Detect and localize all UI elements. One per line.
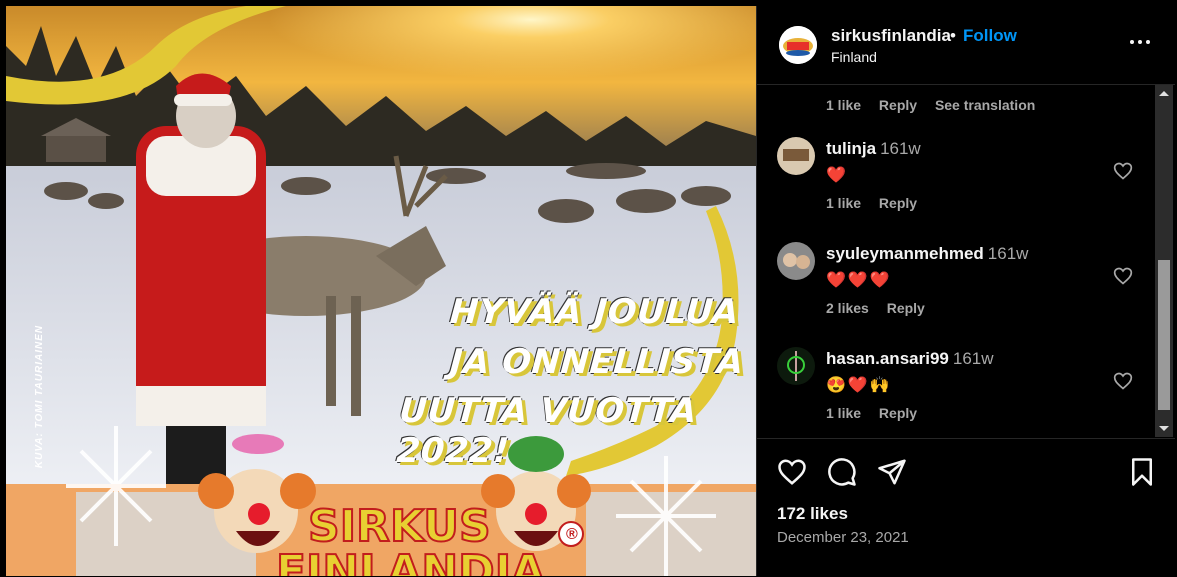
post-location[interactable]: Finland bbox=[831, 49, 877, 65]
scrollbar-thumb[interactable] bbox=[1158, 260, 1170, 410]
heart-outline-icon[interactable] bbox=[1113, 161, 1133, 181]
comment-likes[interactable]: 1 like bbox=[826, 405, 861, 421]
logo-text-line-1: SIRKUS bbox=[307, 500, 492, 553]
comment-item: hasan.ansari99 161w 😍❤️🙌 1 like Reply bbox=[757, 347, 1154, 437]
comment-likes[interactable]: 1 like bbox=[826, 97, 861, 113]
commenter-avatar[interactable] bbox=[777, 242, 815, 280]
comment-time[interactable]: 161w bbox=[988, 244, 1029, 263]
post-actions: 172 likes December 23, 2021 bbox=[757, 438, 1175, 577]
comment-text: 😍❤️🙌 bbox=[826, 377, 892, 394]
comment-username-wrap: hasan.ansari99 161w bbox=[826, 349, 994, 369]
comment-item: tulinja 161w ❤️ 1 like Reply bbox=[757, 137, 1154, 237]
comment-meta: 2 likes Reply bbox=[826, 300, 939, 316]
comments-list: 1 like Reply See translation tulinja 161w… bbox=[757, 85, 1154, 437]
comment-text: ❤️ bbox=[826, 167, 848, 184]
scroll-up-arrow-icon[interactable] bbox=[1155, 85, 1173, 103]
commenter-username[interactable]: syuleymanmehmed bbox=[826, 244, 984, 263]
comment-time[interactable]: 161w bbox=[953, 349, 994, 368]
registered-mark: ® bbox=[566, 526, 578, 543]
scroll-down-arrow-icon[interactable] bbox=[1155, 419, 1173, 437]
post-image: HYVÄÄ JOULUA JA ONNELLISTA UUTTA VUOTTA … bbox=[6, 6, 756, 576]
comment-meta: 1 like Reply bbox=[826, 405, 931, 421]
comment-username-wrap: tulinja 161w bbox=[826, 139, 921, 159]
comment-meta: 1 like Reply bbox=[826, 195, 931, 211]
reply-button[interactable]: Reply bbox=[879, 97, 917, 113]
comment-likes[interactable]: 2 likes bbox=[826, 300, 869, 316]
share-send-icon[interactable] bbox=[877, 457, 907, 487]
reply-button[interactable]: Reply bbox=[879, 195, 917, 211]
post-header: sirkusfinlandia • Follow Finland bbox=[757, 6, 1175, 85]
greeting-line-3: UUTTA VUOTTA 2022! bbox=[395, 391, 699, 471]
photo-credit: KUVA: TOMI TAURIAINEN bbox=[34, 324, 46, 469]
commenter-username[interactable]: tulinja bbox=[826, 139, 876, 158]
post-sidebar: sirkusfinlandia • Follow Finland 1 like … bbox=[756, 6, 1175, 576]
bookmark-save-icon[interactable] bbox=[1127, 457, 1157, 487]
comment-text: ❤️❤️❤️ bbox=[826, 272, 892, 289]
follow-button[interactable]: Follow bbox=[963, 26, 1017, 46]
greeting-line-1: HYVÄÄ JOULUA bbox=[448, 292, 741, 332]
more-options-icon[interactable] bbox=[1127, 32, 1153, 52]
comment-time[interactable]: 161w bbox=[880, 139, 921, 158]
christmas-scene-image bbox=[6, 6, 756, 576]
reply-button[interactable]: Reply bbox=[887, 300, 925, 316]
post-modal: HYVÄÄ JOULUA JA ONNELLISTA UUTTA VUOTTA … bbox=[0, 0, 1177, 576]
comment-username-wrap: syuleymanmehmed 161w bbox=[826, 244, 1028, 264]
commenter-avatar[interactable] bbox=[777, 137, 815, 175]
author-avatar[interactable] bbox=[779, 26, 817, 64]
greeting-line-2: JA ONNELLISTA bbox=[448, 342, 746, 382]
comments-scrollbar[interactable] bbox=[1155, 85, 1173, 437]
comment-likes[interactable]: 1 like bbox=[826, 195, 861, 211]
heart-outline-icon[interactable] bbox=[1113, 266, 1133, 286]
previous-comment-meta: 1 like Reply See translation bbox=[826, 97, 1049, 113]
like-heart-icon[interactable] bbox=[777, 457, 807, 487]
see-translation-button[interactable]: See translation bbox=[935, 97, 1035, 113]
heart-outline-icon[interactable] bbox=[1113, 371, 1133, 391]
logo-text-line-2: FINLANDIA bbox=[275, 545, 546, 576]
commenter-username[interactable]: hasan.ansari99 bbox=[826, 349, 949, 368]
post-date[interactable]: December 23, 2021 bbox=[777, 529, 909, 546]
separator-dot: • bbox=[950, 26, 956, 45]
likes-count[interactable]: 172 likes bbox=[777, 504, 848, 524]
commenter-avatar[interactable] bbox=[777, 347, 815, 385]
comment-item: syuleymanmehmed 161w ❤️❤️❤️ 2 likes Reply bbox=[757, 242, 1154, 342]
reply-button[interactable]: Reply bbox=[879, 405, 917, 421]
comment-bubble-icon[interactable] bbox=[827, 457, 857, 487]
circus-logo-icon bbox=[779, 26, 817, 64]
author-username[interactable]: sirkusfinlandia bbox=[831, 26, 951, 46]
